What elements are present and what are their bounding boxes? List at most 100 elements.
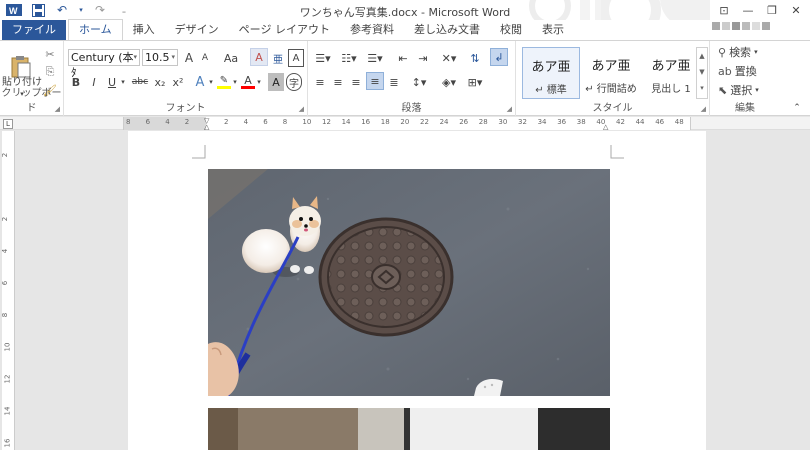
copy-icon[interactable]: ⎘ (42, 63, 58, 81)
align-center-icon[interactable]: ≡ (330, 73, 346, 91)
undo-dropdown-icon[interactable]: ▾ (78, 2, 84, 18)
vruler-tick-label: 2 (1, 152, 10, 158)
highlight-color-icon[interactable]: ✎ (216, 73, 232, 91)
style-name: 見出し 1 (651, 84, 691, 95)
bold-button[interactable]: B (68, 73, 84, 91)
ruler-tick-label: 8 (126, 118, 131, 126)
underline-dropdown-icon[interactable]: ▾ (120, 73, 126, 91)
multilevel-list-icon[interactable]: ☰▾ (364, 49, 386, 67)
redo-icon[interactable]: ↷ (92, 2, 108, 18)
change-case-button[interactable]: Aa (220, 49, 242, 67)
restore-button[interactable]: ❐ (762, 4, 782, 17)
font-name-combo[interactable]: Century (本ﾀ ▾ (68, 49, 140, 79)
style-sample: あア亜 (651, 59, 691, 74)
vertical-ruler[interactable]: 2 2 4 6 8 10 12 14 16 (1, 131, 15, 450)
clipboard-launcher-icon[interactable]: ◢ (55, 105, 60, 113)
shading-icon[interactable]: ◈▾ (438, 73, 460, 91)
scroll-up-icon[interactable]: ▲ (697, 48, 707, 64)
subscript-button[interactable]: x₂ (152, 73, 168, 91)
cut-icon[interactable]: ✂ (42, 45, 58, 63)
sort-icon[interactable]: ⇅ (466, 49, 484, 67)
increase-indent-icon[interactable]: ⇥ (414, 49, 432, 67)
ruler-tick-label: 12 (322, 118, 331, 126)
strikethrough-button[interactable]: abc (130, 73, 150, 91)
dog-photo-indoor[interactable] (208, 408, 610, 450)
find-button[interactable]: ⚲ 検索 ▾ (718, 43, 774, 61)
word-logo-icon[interactable]: W (6, 2, 22, 18)
superscript-button[interactable]: x² (170, 73, 186, 91)
align-right-icon[interactable]: ≡ (348, 73, 364, 91)
undo-icon[interactable]: ↶ (54, 2, 70, 18)
document-page[interactable] (128, 131, 706, 450)
underline-button[interactable]: U (104, 73, 120, 91)
more-styles-icon[interactable]: ▾ (697, 80, 707, 96)
character-shading-icon[interactable]: A (268, 73, 284, 91)
tab-home[interactable]: ホーム (68, 19, 123, 40)
justify-icon[interactable]: ≡ (366, 72, 384, 90)
style-sample: あア亜 (591, 59, 631, 74)
ruler-text-area[interactable]: 8 6 4 2 2 4 6 8 10 12 14 16 18 20 22 24 26 28 30 32 34 36 38 40… (123, 117, 691, 131)
style-heading-1[interactable]: あア亜 見出し 1 (642, 47, 700, 99)
font-color-icon[interactable]: A (240, 73, 256, 91)
show-marks-icon[interactable]: ↲ (490, 48, 508, 66)
editing-group: ⚲ 検索 ▾ ab 置換 ⬉ 選択 ▾ 編集 (710, 41, 780, 116)
font-size-combo[interactable]: 10.5 ▾ (142, 49, 178, 66)
left-indent-marker[interactable]: △ (204, 123, 209, 131)
grow-font-button[interactable]: A (182, 49, 196, 67)
style-no-spacing[interactable]: あア亜 ↵ 行間詰め (582, 47, 640, 99)
document-canvas[interactable] (16, 131, 810, 450)
shrink-font-button[interactable]: A (198, 49, 212, 67)
close-button[interactable]: ✕ (786, 4, 806, 17)
styles-launcher-icon[interactable]: ◢ (701, 105, 706, 113)
paragraph-launcher-icon[interactable]: ◢ (507, 105, 512, 113)
tab-design[interactable]: デザイン (165, 20, 229, 40)
select-button[interactable]: ⬉ 選択 ▾ (718, 81, 774, 99)
tab-page-layout[interactable]: ページ レイアウト (229, 20, 340, 40)
tab-file[interactable]: ファイル (2, 20, 66, 40)
align-left-icon[interactable]: ≡ (312, 73, 328, 91)
scroll-down-icon[interactable]: ▼ (697, 64, 707, 80)
right-indent-marker[interactable]: △ (603, 123, 608, 131)
help-button[interactable]: ? (690, 4, 710, 17)
bullets-icon[interactable]: ☰▾ (312, 49, 334, 67)
phonetic-guide-icon[interactable]: 亜 (270, 49, 286, 67)
font-color-dropdown-icon[interactable]: ▾ (256, 73, 262, 91)
line-spacing-icon[interactable]: ↕▾ (408, 73, 430, 91)
borders-icon[interactable]: ⊞▾ (464, 73, 486, 91)
ribbon-display-options-button[interactable]: ⊡ (714, 4, 734, 17)
ruler-tick-label: 38 (576, 118, 586, 126)
save-icon[interactable] (30, 2, 46, 18)
styles-scrollbar[interactable]: ▲ ▼ ▾ (696, 47, 708, 99)
character-border-icon[interactable]: 字 (286, 73, 302, 91)
numbering-icon[interactable]: ☷▾ (338, 49, 360, 67)
collapse-ribbon-icon[interactable]: ⌃ (790, 99, 804, 117)
text-effects-dropdown-icon[interactable]: ▾ (208, 73, 214, 91)
style-normal[interactable]: あア亜 ↵ 標準 (522, 47, 580, 99)
tab-mailings[interactable]: 差し込み文書 (404, 20, 490, 40)
dog-photo-manhole[interactable] (208, 169, 610, 396)
distributed-icon[interactable]: ≣ (386, 73, 402, 91)
ruler-tick-label: 42 (616, 118, 625, 126)
ruler-tick-label: 34 (537, 118, 547, 126)
highlight-dropdown-icon[interactable]: ▾ (232, 73, 238, 91)
asian-layout-icon[interactable]: ✕▾ (438, 49, 460, 67)
window-controls: ? ⊡ — ❐ ✕ (690, 0, 806, 20)
tab-references[interactable]: 参考資料 (340, 20, 404, 40)
subscript-label: x₂ (154, 75, 166, 89)
vruler-tick-label: 10 (3, 342, 12, 352)
horizontal-ruler[interactable]: 8 6 4 2 2 4 6 8 10 12 14 16 18 20 22 24 26 28 30 32 34 36 38 40… (0, 117, 810, 131)
tab-selector[interactable]: L (3, 119, 13, 129)
tab-review[interactable]: 校閲 (490, 20, 532, 40)
text-effects-icon[interactable]: A (192, 73, 208, 91)
minimize-button[interactable]: — (738, 4, 758, 17)
customize-qat-icon[interactable]: ₌ (116, 2, 132, 18)
clear-formatting-icon[interactable]: A (250, 48, 268, 66)
tab-insert[interactable]: 挿入 (123, 20, 165, 40)
font-launcher-icon[interactable]: ◢ (299, 105, 304, 113)
enclose-characters-icon[interactable]: A (288, 49, 304, 67)
user-account-avatar[interactable] (712, 22, 770, 30)
tab-view[interactable]: 表示 (532, 20, 574, 40)
replace-button[interactable]: ab 置換 (718, 62, 774, 80)
decrease-indent-icon[interactable]: ⇤ (394, 49, 412, 67)
italic-button[interactable]: I (86, 73, 102, 91)
